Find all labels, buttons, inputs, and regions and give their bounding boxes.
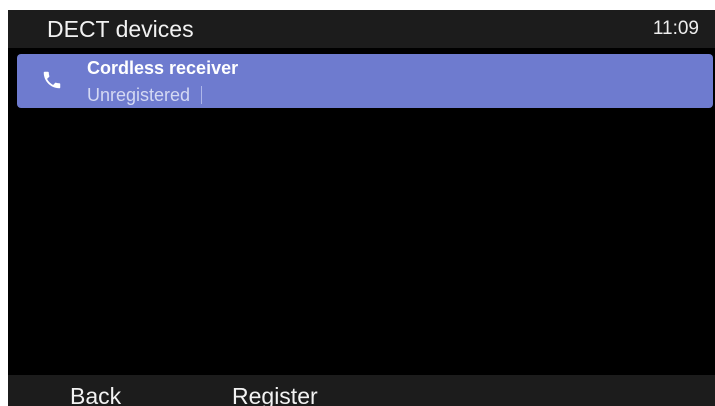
page-title: DECT devices [47, 16, 194, 42]
header-bar: DECT devices 11:09 [8, 10, 715, 48]
softkey-bar: Back Register [8, 375, 715, 406]
device-status: Unregistered [87, 84, 203, 106]
device-name: Cordless receiver [87, 58, 239, 78]
clock: 11:09 [652, 18, 699, 39]
device-list-item-cordless-receiver[interactable]: Cordless receiver Unregistered [17, 54, 713, 108]
text-cursor [201, 86, 203, 104]
device-status-text: Unregistered [87, 85, 191, 105]
back-softkey[interactable]: Back [70, 381, 121, 406]
phone-screen: DECT devices 11:09 Cordless receiver Unr… [8, 10, 715, 406]
register-softkey[interactable]: Register [232, 381, 318, 406]
phone-icon [41, 69, 63, 91]
